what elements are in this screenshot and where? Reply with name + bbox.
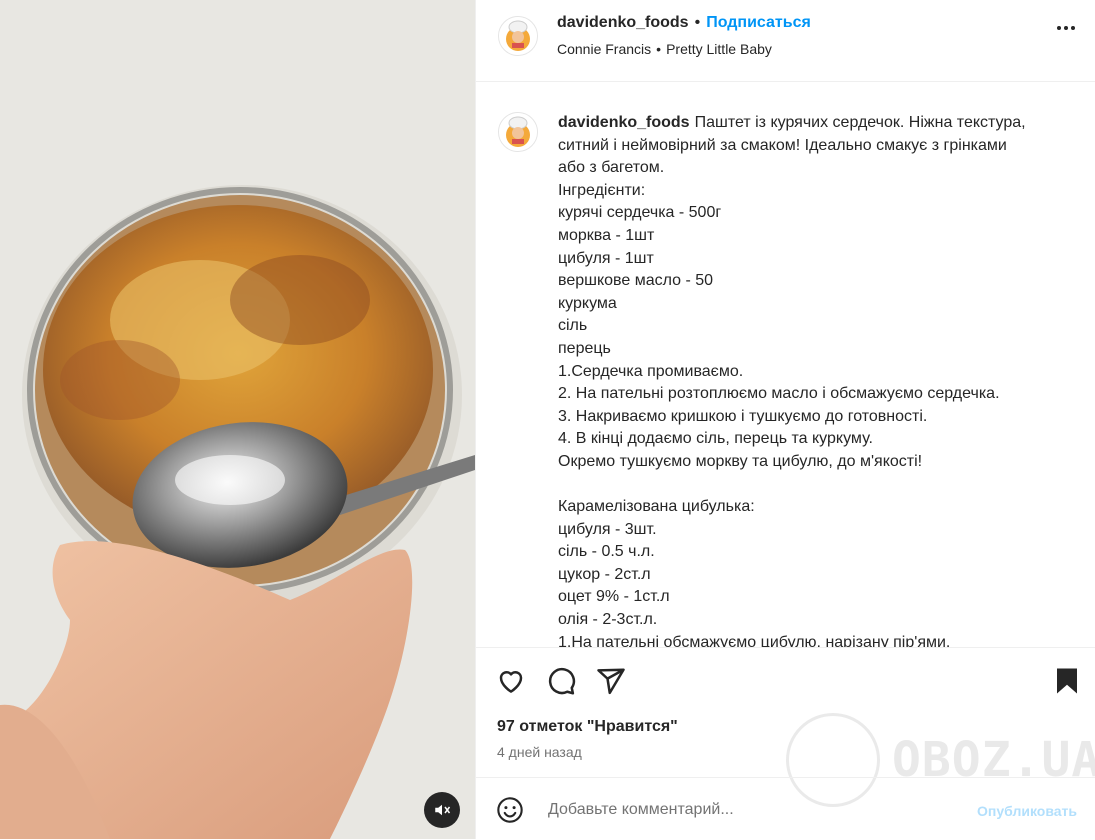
- post-header: davidenko_foods • Подписаться Connie Fra…: [476, 0, 1095, 82]
- emoji-button[interactable]: [496, 796, 524, 829]
- caption-line: 3. Накриваємо кришкою і тушкуємо до гото…: [558, 407, 928, 425]
- heart-icon: [499, 671, 523, 693]
- caption-line: Інгредієнти:: [558, 181, 646, 199]
- audio-artist[interactable]: Connie Francis: [557, 41, 651, 57]
- mute-button[interactable]: [424, 792, 460, 828]
- comment-icon: [548, 667, 576, 695]
- caption-line: олія - 2-3ст.л.: [558, 611, 658, 629]
- post-actions: 97 отметок "Нравится" 4 дней назад OBOZ.…: [476, 647, 1095, 807]
- header-title-row: davidenko_foods • Подписаться: [557, 14, 811, 32]
- post-timestamp[interactable]: 4 дней назад: [497, 744, 582, 760]
- caption-line: курячі сердечка - 500г: [558, 204, 722, 222]
- chef-avatar-image: [499, 17, 537, 55]
- mute-icon: [435, 804, 451, 816]
- audio-separator: •: [656, 41, 662, 57]
- caption-line: ситний і неймовірний за смаком! Ідеально…: [558, 136, 1007, 154]
- caption-line: 1.На пательні обсмажуємо цибулю, нарізан…: [558, 633, 951, 647]
- caption-line: цибуля - 3шт.: [558, 520, 657, 538]
- follow-button[interactable]: Подписаться: [706, 14, 811, 32]
- comment-bar: Опубликовать: [476, 777, 1095, 840]
- caption-line: 2. На пательні розтоплюємо масло і обсма…: [558, 385, 1000, 403]
- caption-line: оцет 9% - 1ст.л: [558, 588, 670, 606]
- save-button[interactable]: [1052, 666, 1082, 701]
- likes-count[interactable]: 97 отметок "Нравится": [497, 718, 678, 736]
- caption-line: куркума: [558, 294, 617, 312]
- separator-dot: •: [694, 14, 701, 31]
- caption-line: цибуля - 1шт: [558, 249, 654, 267]
- instagram-post-modal: davidenko_foods • Подписаться Connie Fra…: [0, 0, 1095, 839]
- caption-line: перець: [558, 339, 611, 357]
- caption-username[interactable]: davidenko_foods: [558, 114, 690, 131]
- caption-line: сіль: [558, 317, 588, 335]
- author-avatar[interactable]: [498, 16, 538, 56]
- caption-line: Окремо тушкуємо моркву та цибулю, до м'я…: [558, 452, 923, 470]
- caption-line: Карамелізована цибулька:: [558, 498, 755, 516]
- audio-track[interactable]: Pretty Little Baby: [666, 41, 772, 57]
- caption-line: морква - 1шт: [558, 226, 655, 244]
- caption-author-avatar[interactable]: [498, 112, 538, 152]
- author-username[interactable]: davidenko_foods: [557, 14, 689, 32]
- caption-text: davidenko_foods Паштет із курячих сердечо…: [558, 112, 1068, 647]
- chef-avatar-image: [499, 113, 537, 151]
- comment-input[interactable]: [546, 796, 950, 824]
- caption-line: [558, 474, 1068, 497]
- caption-line: сіль - 0.5 ч.л.: [558, 543, 655, 561]
- comment-button[interactable]: [546, 666, 576, 701]
- caption-scroll-area[interactable]: davidenko_foods Паштет із курячих сердечо…: [476, 82, 1095, 647]
- audio-info[interactable]: Connie Francis • Pretty Little Baby: [557, 41, 772, 57]
- post-details-panel: davidenko_foods • Подписаться Connie Fra…: [475, 0, 1095, 839]
- share-button[interactable]: [596, 666, 626, 701]
- caption-line: Паштет із курячих сердечок. Ніжна тексту…: [694, 114, 1026, 131]
- like-button[interactable]: [496, 666, 526, 701]
- more-icon: [1057, 26, 1061, 30]
- post-video[interactable]: [0, 0, 475, 839]
- publish-button[interactable]: Опубликовать: [977, 803, 1077, 819]
- emoji-icon: [497, 797, 523, 823]
- caption-line: цукор - 2ст.л: [558, 565, 651, 583]
- more-options-button[interactable]: [1057, 26, 1075, 30]
- bookmark-icon: [1057, 668, 1077, 694]
- caption-line: або з багетом.: [558, 159, 665, 177]
- caption-line: 1.Сердечка промиваємо.: [558, 362, 744, 380]
- share-icon: [597, 668, 625, 695]
- caption-line: вершкове масло - 50: [558, 272, 714, 290]
- caption-line: 4. В кінці додаємо сіль, перець та курку…: [558, 430, 873, 448]
- video-frame: [0, 0, 475, 839]
